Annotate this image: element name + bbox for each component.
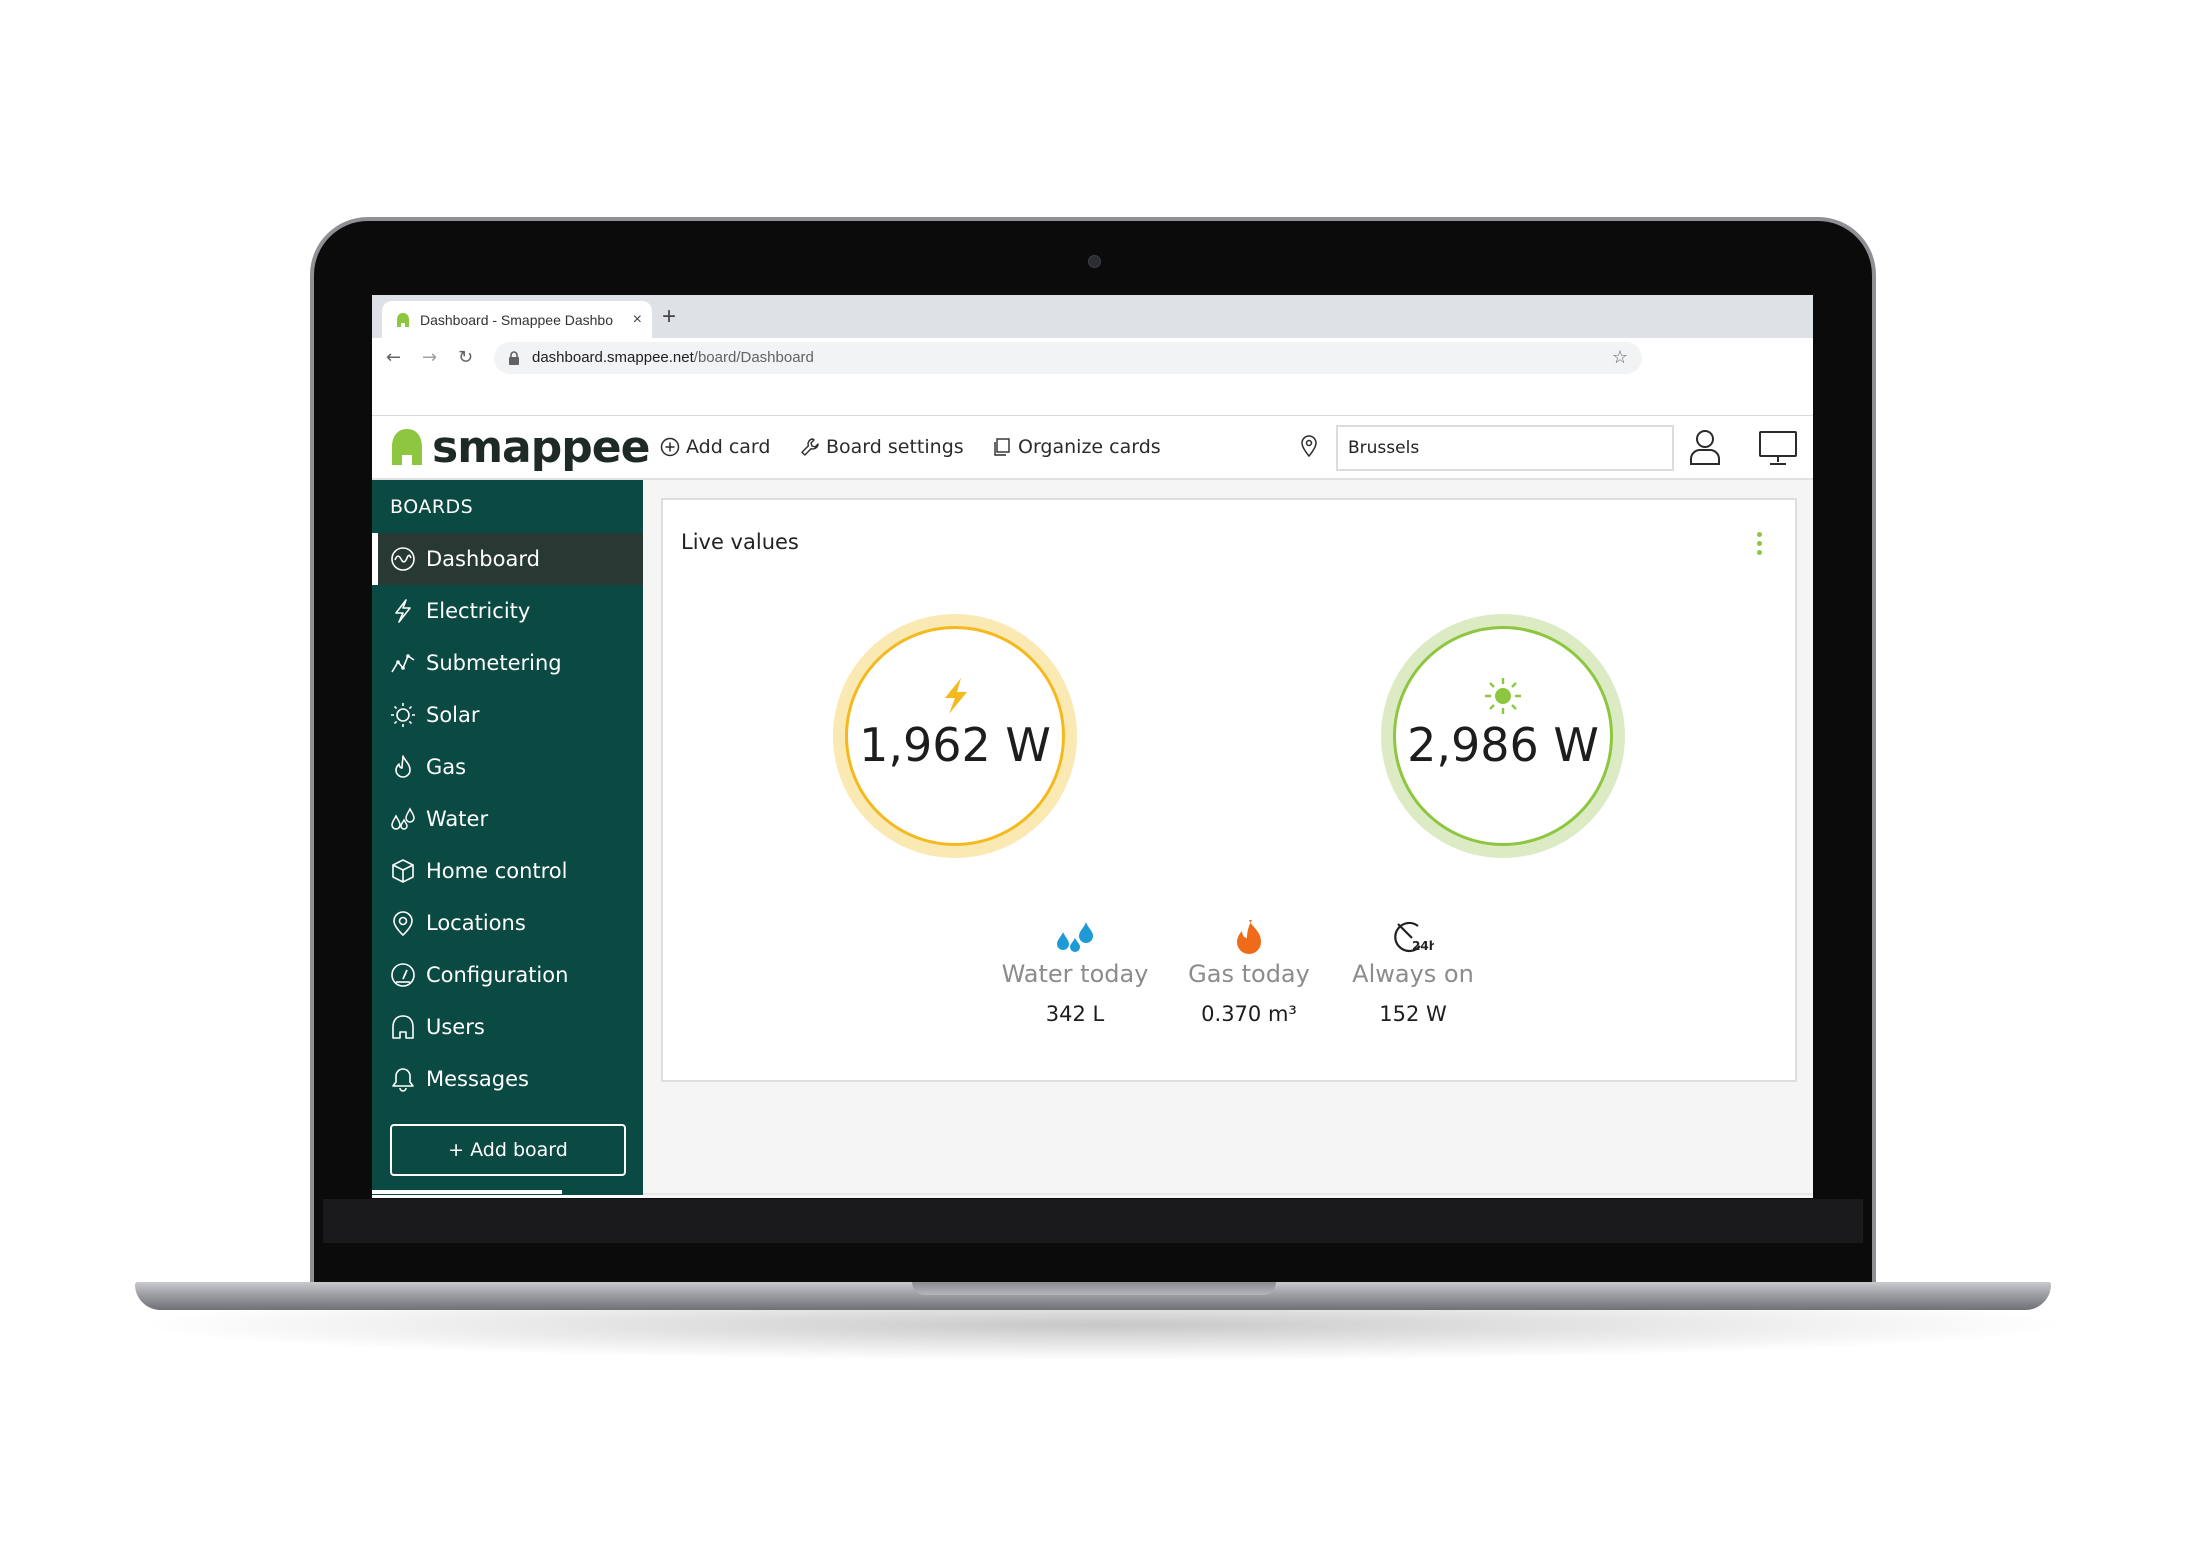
sidebar-item-gas[interactable]: Gas	[372, 741, 643, 793]
sidebar-item-home-control[interactable]: Home control	[372, 845, 643, 897]
browser-tab-strip: Dashboard - Smappee Dashbo × +	[372, 295, 1813, 338]
sidebar-item-electricity[interactable]: Electricity	[372, 585, 643, 637]
main-scrollbar[interactable]	[643, 1193, 1813, 1195]
sidebar-item-label: Gas	[426, 755, 467, 779]
webcam	[1088, 255, 1101, 268]
sidebar-item-label: Water	[426, 807, 489, 831]
lock-icon	[509, 351, 519, 365]
solar-value: 2,986 W	[1407, 718, 1599, 772]
reload-icon[interactable]: ↻	[458, 347, 473, 368]
organize-cards-button[interactable]: Organize cards	[992, 416, 1161, 478]
main-content: Live values 1,962 W 2,986 W Water today …	[643, 480, 1813, 1198]
url-text: dashboard.smappee.net/board/Dashboard	[532, 349, 814, 366]
browser-toolbar: ← → ↻ dashboard.smappee.net/board/Dashbo…	[372, 338, 1813, 378]
app-header: smappee Add card Board settings Organize…	[372, 416, 1813, 480]
sun-icon	[1485, 678, 1521, 714]
sidebar-item-water[interactable]: Water	[372, 793, 643, 845]
copy-icon	[994, 438, 1010, 456]
cube-icon	[392, 859, 414, 883]
sidebar-item-label: Electricity	[426, 599, 531, 623]
sidebar-item-label: Users	[426, 1015, 485, 1039]
forward-arrow-icon[interactable]: →	[422, 347, 437, 368]
back-arrow-icon[interactable]: ←	[386, 347, 401, 368]
smappee-logo[interactable]: smappee	[390, 421, 650, 473]
location-pin-icon	[393, 911, 413, 936]
smappee-logo-icon	[392, 429, 422, 465]
bookmark-star-icon[interactable]: ☆	[1612, 347, 1628, 368]
laptop-notch	[912, 1282, 1276, 1295]
pulse-icon	[391, 547, 415, 571]
sidebar-item-submetering[interactable]: Submetering	[372, 637, 643, 689]
location-select[interactable]: Brussels	[1336, 425, 1674, 471]
lightning-icon	[945, 678, 967, 714]
laptop-screen: Dashboard - Smappee Dashbo × + ← → ↻ das…	[372, 295, 1813, 1198]
gauge-icon	[391, 963, 415, 987]
tab-close-icon[interactable]: ×	[633, 311, 642, 329]
sidebar-item-messages[interactable]: Messages	[372, 1053, 643, 1105]
sidebar-item-label: Locations	[426, 911, 526, 935]
flame-icon	[1237, 920, 1261, 954]
bell-icon	[392, 1068, 414, 1092]
flame-icon	[395, 755, 411, 778]
plus-circle-icon	[660, 437, 680, 457]
logo-text: smappee	[432, 421, 650, 473]
add-board-button[interactable]: + Add board	[390, 1124, 626, 1176]
solar-gauge: 2,986 W	[1381, 614, 1625, 858]
sidebar-scrollbar[interactable]	[372, 1190, 562, 1194]
sidebar-item-configuration[interactable]: Configuration	[372, 949, 643, 1001]
stat-value: 342 L	[1045, 1002, 1105, 1026]
address-bar[interactable]: dashboard.smappee.net/board/Dashboard ☆	[494, 342, 1642, 374]
svg-text:24h: 24h	[1412, 939, 1434, 953]
add-card-button[interactable]: Add card	[660, 416, 770, 478]
card-menu-icon[interactable]	[1757, 532, 1763, 559]
card-title: Live values	[681, 530, 799, 554]
stat-value: 152 W	[1379, 1002, 1447, 1026]
board-settings-label: Board settings	[826, 436, 964, 458]
location-pin-icon	[1301, 435, 1317, 458]
tab-title: Dashboard - Smappee Dashbo	[420, 311, 614, 328]
user-icon[interactable]	[1688, 428, 1722, 466]
add-card-label: Add card	[686, 436, 771, 458]
water-drops-icon	[1057, 922, 1093, 952]
sidebar-item-locations[interactable]: Locations	[372, 897, 643, 949]
wrench-icon	[801, 438, 819, 456]
sidebar-item-dashboard[interactable]: Dashboard	[372, 533, 643, 585]
browser-tab[interactable]: Dashboard - Smappee Dashbo ×	[382, 301, 652, 338]
lightning-icon	[395, 599, 411, 623]
house-icon	[392, 1015, 414, 1039]
sidebar: BOARDS Dashboard Electricity Submetering	[372, 480, 643, 1195]
always-on-24h-icon: 24h	[1394, 921, 1434, 953]
monitor-icon[interactable]	[1758, 430, 1798, 466]
stat-label: Always on	[1352, 960, 1474, 988]
stat-label: Gas today	[1188, 960, 1310, 988]
sidebar-item-label: Configuration	[426, 963, 569, 987]
water-drops-icon	[391, 807, 415, 830]
board-settings-button[interactable]: Board settings	[800, 416, 964, 478]
smappee-favicon	[397, 312, 409, 327]
sidebar-title: BOARDS	[390, 496, 474, 518]
new-tab-button[interactable]: +	[662, 301, 676, 333]
sidebar-item-label: Messages	[426, 1067, 529, 1091]
sidebar-item-users[interactable]: Users	[372, 1001, 643, 1053]
stat-label: Water today	[1001, 960, 1149, 988]
laptop-bezel-bottom	[323, 1199, 1863, 1243]
sidebar-item-solar[interactable]: Solar	[372, 689, 643, 741]
sun-icon	[391, 703, 415, 727]
sidebar-item-label: Home control	[426, 859, 568, 883]
consumption-value: 1,962 W	[859, 718, 1051, 772]
consumption-gauge: 1,962 W	[833, 614, 1077, 858]
gas-today-stat: Gas today 0.370 m³	[1159, 914, 1339, 1026]
sidebar-item-label: Dashboard	[426, 547, 540, 571]
live-values-card: Live values 1,962 W 2,986 W Water today …	[661, 498, 1797, 1082]
graph-icon	[391, 654, 415, 673]
sidebar-item-label: Solar	[426, 703, 480, 727]
organize-cards-label: Organize cards	[1018, 436, 1161, 458]
stat-value: 0.370 m³	[1201, 1002, 1297, 1026]
water-today-stat: Water today 342 L	[985, 914, 1165, 1026]
always-on-stat: 24h Always on 152 W	[1323, 914, 1503, 1026]
sidebar-item-label: Submetering	[426, 651, 562, 675]
